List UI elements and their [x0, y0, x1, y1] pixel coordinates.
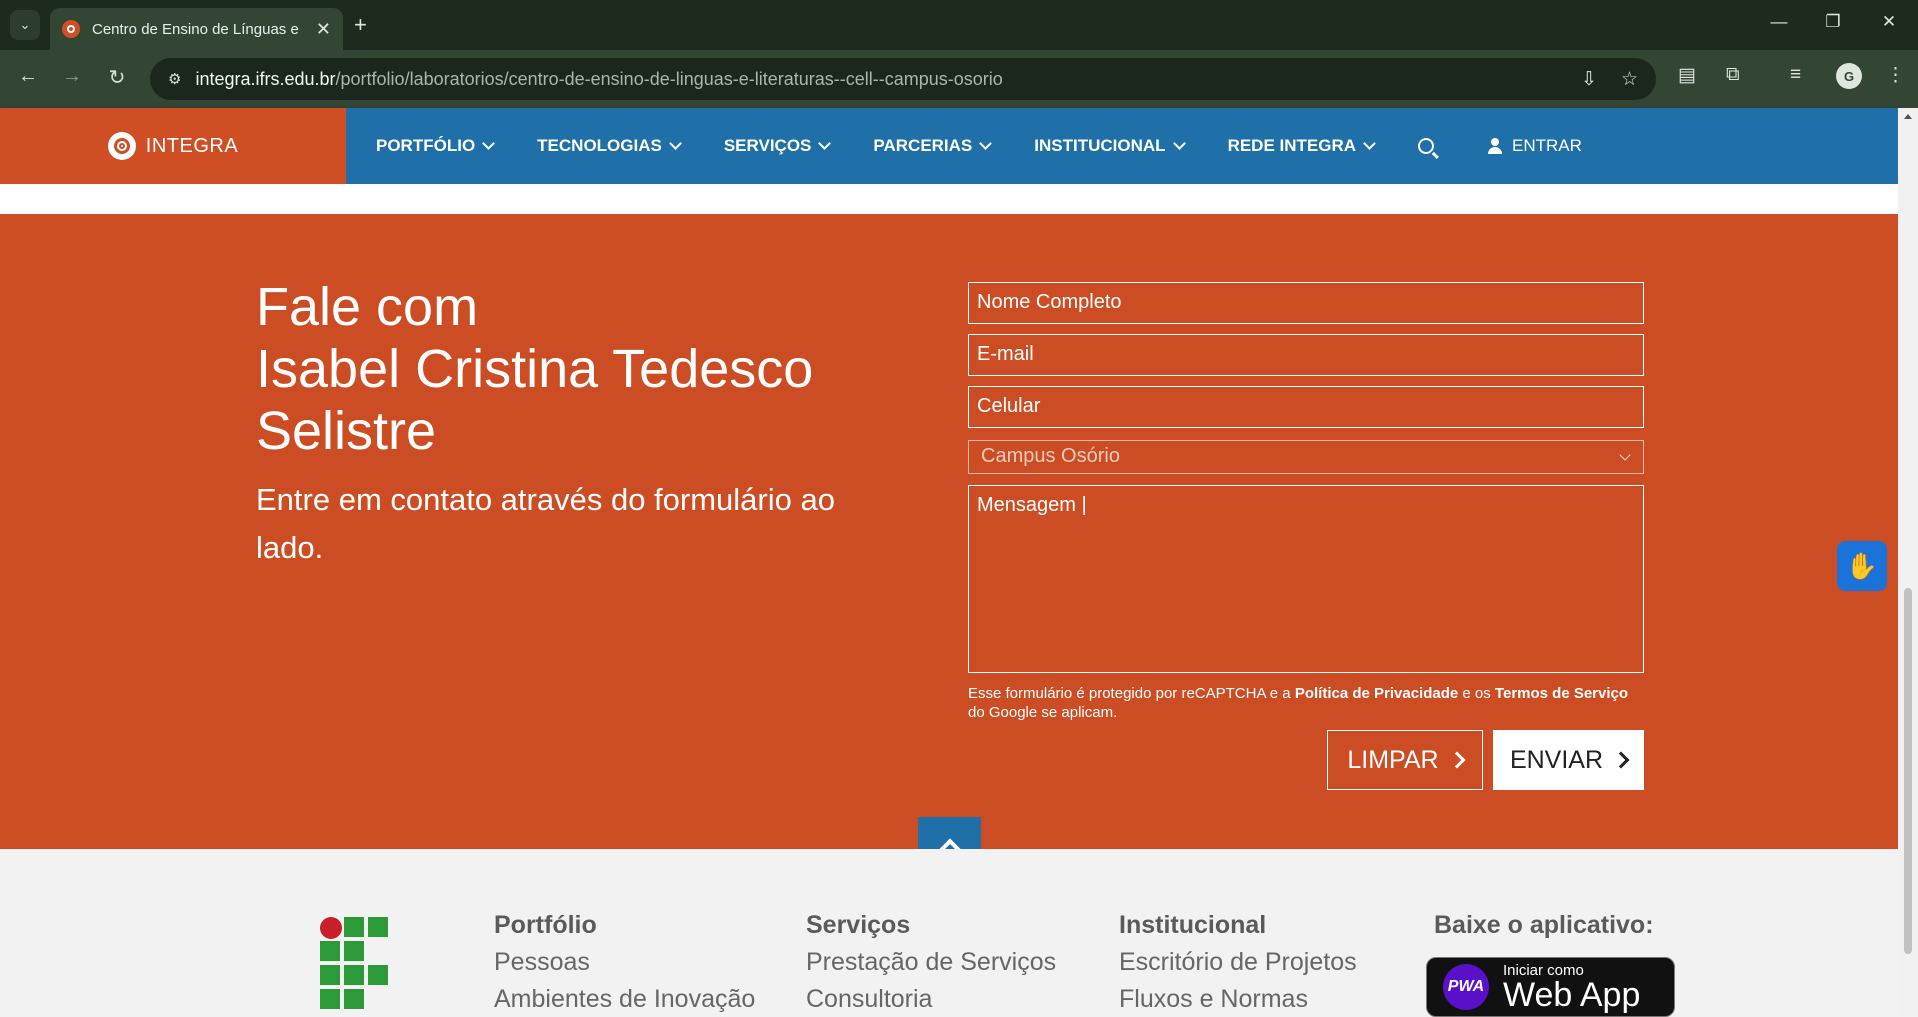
profile-avatar[interactable]: G [1836, 63, 1862, 89]
app-download-heading: Baixe o aplicativo: [1434, 911, 1654, 939]
send-button[interactable]: ENVIAR [1493, 730, 1644, 790]
nav-tecnologias[interactable]: TECNOLOGIAS [537, 136, 682, 156]
restore-icon[interactable]: ❐ [1818, 12, 1848, 32]
name-field[interactable]: Nome Completo [968, 282, 1644, 324]
chevron-down-icon [1172, 136, 1186, 150]
nav-rede-integra[interactable]: REDE INTEGRA [1228, 136, 1376, 156]
reload-icon[interactable]: ↻ [103, 65, 131, 90]
contact-subtitle: Entre em contato através do formulário a… [256, 482, 835, 565]
nav-servicos[interactable]: SERVIÇOS [724, 136, 832, 156]
chevron-down-icon [818, 136, 832, 150]
bookmark-star-icon[interactable]: ☆ [1621, 68, 1638, 91]
chevron-right-icon [1448, 751, 1466, 769]
clear-button[interactable]: LIMPAR [1327, 730, 1483, 790]
brand-home-link[interactable]: INTEGRA [0, 108, 346, 184]
terms-of-service-link[interactable]: Termos de Serviço [1495, 685, 1628, 702]
chevron-down-icon [668, 136, 682, 150]
browser-toolbar: ← → ↻ ⚙ integra.ifrs.edu.br/portfolio/la… [0, 50, 1918, 108]
site-info-icon[interactable]: ⚙ [168, 70, 181, 88]
email-field[interactable]: E-mail [968, 334, 1644, 376]
search-icon[interactable] [1418, 138, 1435, 154]
footer-heading: Portfólio [494, 911, 597, 939]
chevron-down-icon [979, 136, 993, 150]
chevron-down-icon [482, 136, 496, 150]
scrollbar-thumb[interactable] [1904, 588, 1912, 954]
new-tab-button[interactable]: + [354, 12, 367, 38]
tab-search-button[interactable]: ⌄ [10, 10, 40, 40]
contact-title: Fale com Isabel Cristina Tedesco Selistr… [256, 277, 814, 461]
close-window-icon[interactable]: ✕ [1874, 12, 1904, 32]
extension-icon[interactable]: ▤ [1678, 64, 1696, 87]
privacy-policy-link[interactable]: Política de Privacidade [1295, 685, 1458, 702]
chevron-down-icon: ⌄ [19, 17, 31, 32]
minimize-icon[interactable]: — [1764, 12, 1794, 32]
footer-heading: Institucional [1119, 911, 1267, 939]
hands-icon: ✋ [1845, 550, 1879, 581]
nav-portfolio[interactable]: PORTFÓLIO [376, 136, 496, 156]
footer-link[interactable]: Pessoas [494, 948, 755, 977]
footer-link[interactable]: Ambientes de Inovação [494, 985, 755, 1014]
contact-section: Fale com Isabel Cristina Tedesco Selistr… [0, 214, 1898, 880]
footer-col-servicos: Serviços Prestação de Serviços Consultor… [806, 911, 1056, 1014]
chevron-down-icon [1363, 136, 1376, 150]
phone-field[interactable]: Celular [968, 386, 1644, 428]
chevron-right-icon [1612, 751, 1630, 769]
nav-parcerias[interactable]: PARCERIAS [873, 136, 993, 156]
url-host: integra.ifrs.edu.br [195, 68, 336, 89]
integra-logo-icon [107, 132, 136, 160]
nav-institucional[interactable]: INSTITUCIONAL [1034, 136, 1186, 156]
footer-col-portfolio: Portfólio Pessoas Ambientes de Inovação [494, 911, 755, 1014]
section-spacer [0, 184, 1898, 214]
site-footer: Portfólio Pessoas Ambientes de Inovação … [0, 849, 1898, 1017]
chevron-down-icon [1619, 449, 1631, 461]
install-app-icon[interactable]: ⇩ [1581, 68, 1597, 91]
footer-col-institucional: Institucional Escritório de Projetos Flu… [1119, 911, 1357, 1014]
user-icon [1488, 138, 1503, 154]
scroll-up-arrow-icon[interactable] [1904, 114, 1912, 119]
browser-tab-bar: ⌄ Centro de Ensino de Línguas e ✕ + — ❐ … [0, 0, 1918, 50]
tab-title: Centro de Ensino de Línguas e [92, 20, 299, 38]
vlibras-accessibility-button[interactable]: ✋ [1837, 541, 1887, 591]
url-path: /portfolio/laboratorios/centro-de-ensino… [335, 68, 1003, 89]
campus-select-value: Campus Osório [981, 445, 1120, 467]
footer-link[interactable]: Consultoria [806, 985, 1056, 1014]
footer-heading: Serviços [806, 911, 911, 939]
puzzle-icon[interactable]: ⧉ [1726, 64, 1740, 86]
favicon-icon [62, 20, 80, 38]
media-icon[interactable]: ≡ [1790, 64, 1801, 86]
footer-link[interactable]: Prestação de Serviços [806, 948, 1056, 977]
brand-name: INTEGRA [145, 134, 239, 157]
back-icon[interactable]: ← [14, 65, 42, 88]
menu-kebab-icon[interactable]: ⋮ [1886, 64, 1905, 87]
logo-red-dot [320, 917, 342, 939]
ifrs-logo [320, 917, 392, 1011]
web-app-button[interactable]: PWA Iniciar como Web App [1426, 957, 1675, 1017]
site-header: INTEGRA PORTFÓLIO TECNOLOGIAS SERVIÇOS P… [0, 108, 1898, 184]
forward-icon[interactable]: → [58, 65, 86, 88]
footer-link[interactable]: Escritório de Projetos [1119, 948, 1357, 977]
campus-select[interactable]: Campus Osório [968, 440, 1644, 474]
browser-tab[interactable]: Centro de Ensino de Línguas e ✕ [50, 8, 343, 50]
close-tab-icon[interactable]: ✕ [316, 19, 331, 40]
login-label: ENTRAR [1512, 136, 1582, 155]
recaptcha-notice: Esse formulário é protegido por reCAPTCH… [968, 685, 1629, 721]
main-nav: PORTFÓLIO TECNOLOGIAS SERVIÇOS PARCERIAS… [376, 108, 1582, 184]
login-link[interactable]: ENTRAR [1488, 136, 1582, 156]
page-scrollbar[interactable] [1898, 108, 1918, 1016]
address-bar[interactable]: ⚙ integra.ifrs.edu.br/portfolio/laborato… [150, 58, 1656, 100]
pwa-icon: PWA [1443, 964, 1489, 1010]
web-app-label: Web App [1503, 975, 1641, 1014]
message-textarea[interactable]: Mensagem | [968, 485, 1644, 673]
footer-link[interactable]: Fluxos e Normas [1119, 985, 1357, 1014]
